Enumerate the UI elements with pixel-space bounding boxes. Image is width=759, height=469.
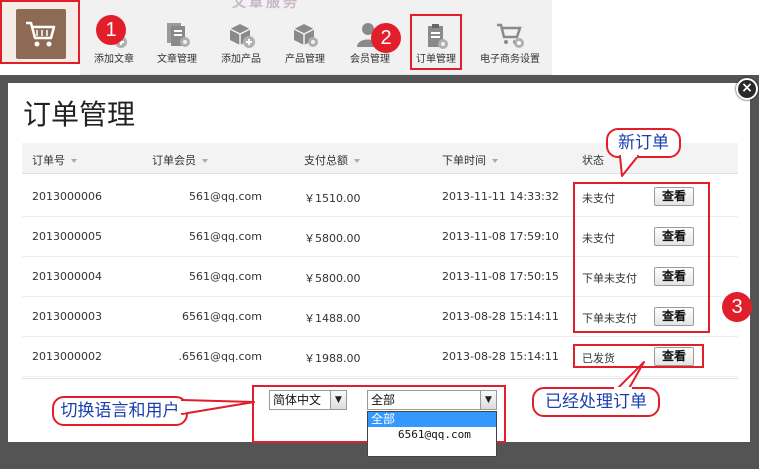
order-number: 2013000005 [32,230,102,243]
shopping-cart-icon [26,21,56,47]
order-amount: ￥5800.00 [304,272,361,285]
order-member: 561@qq.com [189,190,262,203]
callout-switch-language-user: 切换语言和用户 [52,396,188,426]
chevron-down-icon: ▼ [480,391,496,409]
toolbar-item-add-product[interactable]: 添加产品 [210,18,272,66]
language-select-value: 简体中文 [273,393,322,407]
sort-caret-icon [71,159,77,163]
toolbar-item-label: 添加产品 [221,54,261,65]
user-select-dropdown: 全部 6561@qq.com [367,411,497,457]
modal-title: 订单管理 [23,98,136,131]
article-manage-icon [167,23,190,47]
order-member: 561@qq.com [189,230,262,243]
order-number: 2013000006 [32,190,102,203]
annotation-number-2: 2 [371,23,401,53]
column-header-status: 状态 [582,154,604,167]
column-header-member[interactable]: 订单会员 [152,152,208,168]
callout-pointer [177,399,255,415]
toolbar-item-label: 添加文章 [94,54,134,65]
sort-caret-icon [202,159,208,163]
toolbar-item-label: 会员管理 [350,54,390,65]
order-member: 6561@qq.com [182,310,262,323]
toolbar-item-article-manage[interactable]: 文章管理 [146,18,208,66]
order-amount: ￥1510.00 [304,192,361,205]
sort-caret-icon [492,159,498,163]
ecommerce-settings-icon [497,23,524,48]
user-select[interactable]: 全部 ▼ [367,390,497,410]
annotation-number-3: 3 [722,292,752,322]
toolbar-right-area [552,0,759,75]
cart-tile [16,9,66,59]
toolbar-item-order-manage[interactable]: 订单管理 [410,14,462,70]
order-time: 2013-11-11 14:33:32 [442,190,559,203]
language-select[interactable]: 简体中文 ▼ [269,390,347,410]
order-number: 2013000002 [32,350,102,363]
toolbar-item-ecommerce-settings[interactable]: 电子商务设置 [475,18,545,66]
toolbar-item-label: 文章管理 [157,54,197,65]
callout-pointer [619,151,639,177]
order-number: 2013000003 [32,310,102,323]
callout-pointer [614,361,645,392]
column-header-amount[interactable]: 支付总额 [304,152,360,168]
product-manage-icon [293,24,318,47]
toolbar-item-label: 订单管理 [416,54,456,65]
close-icon[interactable]: × [736,78,758,100]
annotation-number-1: 1 [96,15,126,45]
toolbar-item-label: 产品管理 [285,54,325,65]
column-header-time[interactable]: 下单时间 [442,152,498,168]
toolbar-item-product-manage[interactable]: 产品管理 [274,18,336,66]
order-member: 561@qq.com [189,270,262,283]
faded-header-text: 文章服务 [232,0,300,11]
new-orders-highlight [573,182,710,333]
order-time: 2013-11-08 17:59:10 [442,230,559,243]
order-time: 2013-08-28 15:14:11 [442,310,559,323]
user-option-all[interactable]: 全部 [368,412,496,427]
order-amount: ￥1988.00 [304,352,361,365]
order-amount: ￥5800.00 [304,232,361,245]
add-product-icon [229,24,255,48]
toolbar-item-label: 电子商务设置 [480,54,540,65]
shop-cart-button[interactable] [0,0,80,64]
order-amount: ￥1488.00 [304,312,361,325]
order-manage-icon [428,24,448,49]
user-select-value: 全部 [371,393,396,407]
order-member: .6561@qq.com [178,350,262,363]
order-time: 2013-08-28 15:14:11 [442,350,559,363]
chevron-down-icon: ▼ [330,391,346,409]
column-header-order-no[interactable]: 订单号 [32,152,77,168]
user-option-email[interactable]: 6561@qq.com [368,427,496,442]
sort-caret-icon [354,159,360,163]
order-time: 2013-11-08 17:50:15 [442,270,559,283]
order-number: 2013000004 [32,270,102,283]
